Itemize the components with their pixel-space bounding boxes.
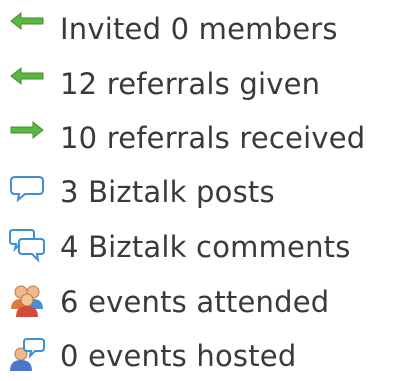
arrow-left-green-icon	[7, 10, 47, 48]
stat-events-attended[interactable]: 6 events attended	[0, 277, 393, 327]
stat-label: 3 Biztalk posts	[60, 175, 275, 209]
stat-invited-members[interactable]: Invited 0 members	[0, 4, 393, 54]
stat-biztalk-comments[interactable]: 4 Biztalk comments	[0, 222, 393, 272]
stat-label: 0 events hosted	[60, 339, 297, 373]
stat-referrals-given[interactable]: 12 referrals given	[0, 59, 393, 109]
stat-label: Invited 0 members	[60, 12, 338, 46]
person-with-bubble-icon	[7, 337, 47, 375]
stat-referrals-received[interactable]: 10 referrals received	[0, 113, 393, 163]
stat-label: 12 referrals given	[60, 67, 321, 101]
people-group-icon	[7, 283, 47, 321]
stat-label: 10 referrals received	[60, 121, 366, 155]
profile-stats-list: Invited 0 members 12 referrals given 10 …	[0, 0, 393, 379]
stat-biztalk-posts[interactable]: 3 Biztalk posts	[0, 167, 393, 217]
arrow-right-green-icon	[7, 119, 47, 157]
stat-label: 6 events attended	[60, 285, 330, 319]
speech-bubble-icon	[7, 173, 47, 211]
stat-label: 4 Biztalk comments	[60, 230, 351, 264]
arrow-left-green-icon	[7, 65, 47, 103]
double-speech-bubble-icon	[7, 228, 47, 266]
stat-events-hosted[interactable]: 0 events hosted	[0, 331, 393, 381]
